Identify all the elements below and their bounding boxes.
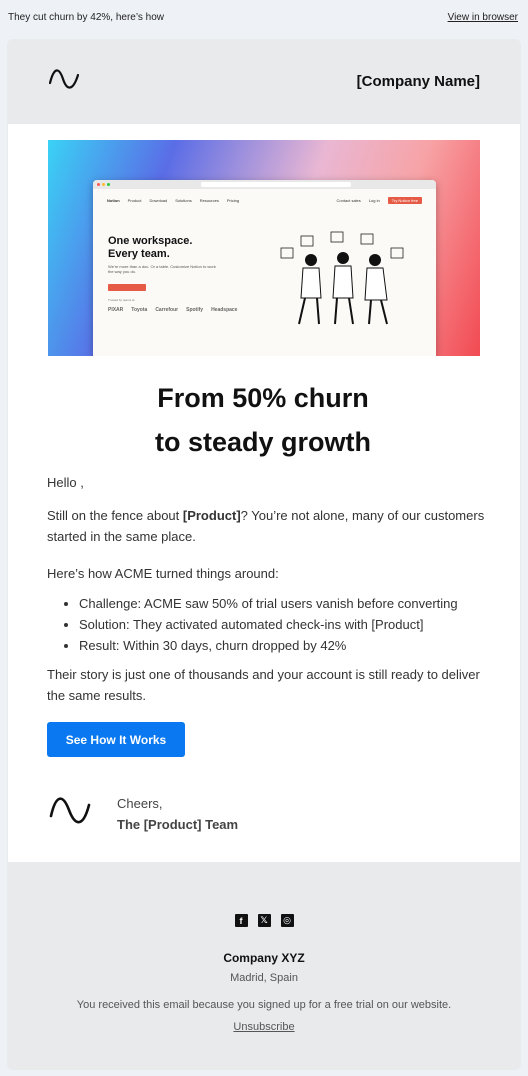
list-item: Challenge: ACME saw 50% of trial users v… (79, 593, 499, 614)
intro-paragraph: Still on the fence about [Product]? You’… (47, 508, 485, 544)
view-in-browser-link[interactable]: View in browser (448, 12, 518, 23)
greeting: Hello , (47, 475, 84, 490)
company-name: [Company Name] (356, 73, 480, 90)
instagram-icon[interactable]: ◎ (280, 914, 294, 927)
case-intro: Here’s how ACME turned things around: (47, 566, 279, 581)
email-footer: f 𝕏 ◎ Company XYZ Madrid, Spain You rece… (7, 862, 521, 1070)
site-headline: One workspace. Every team. (108, 235, 193, 260)
preheader-text: They cut churn by 42%, here’s how (8, 11, 165, 23)
closing-paragraph: Their story is just one of thousands and… (47, 667, 480, 703)
facebook-icon[interactable]: f (234, 914, 248, 927)
signature: Cheers, The [Product] Team (117, 793, 238, 835)
hero-image: Notion Product Download Solutions Resour… (48, 140, 480, 356)
signature-cheers: Cheers, (117, 796, 163, 811)
unsubscribe-link[interactable]: Unsubscribe (233, 1021, 294, 1033)
list-item: Result: Within 30 days, churn dropped by… (79, 635, 499, 656)
signature-team: The [Product] Team (117, 817, 239, 832)
footer-note: You received this email because you sign… (76, 999, 452, 1011)
sine-wave-icon (49, 796, 91, 831)
case-bullets: Challenge: ACME saw 50% of trial users v… (79, 593, 499, 656)
email-header: [Company Name] (7, 39, 521, 124)
footer-location: Madrid, Spain (230, 972, 298, 984)
people-illustration-icon (280, 231, 404, 325)
headline: From 50% churn to steady growth (154, 383, 371, 457)
social-links: f 𝕏 ◎ (7, 914, 521, 927)
see-how-it-works-button[interactable]: See How It Works (47, 722, 185, 757)
email-card: [Company Name] Notion Product Download S… (7, 39, 521, 1070)
preheader: They cut churn by 42%, here’s how View i… (0, 0, 528, 34)
trusted-logos: PIXAR Toyota Carrefour Spotify Headspace (108, 307, 238, 313)
sine-wave-icon (48, 69, 80, 94)
list-item: Solution: They activated automated check… (79, 614, 499, 635)
footer-company: Company XYZ (223, 951, 305, 965)
browser-window: Notion Product Download Solutions Resour… (93, 180, 436, 356)
x-icon[interactable]: 𝕏 (257, 914, 271, 927)
site-nav: Notion Product Download Solutions Resour… (107, 196, 422, 204)
